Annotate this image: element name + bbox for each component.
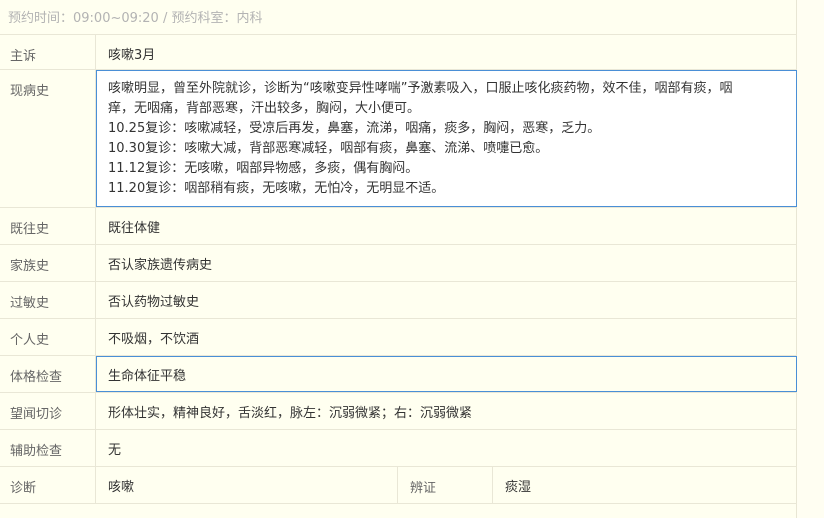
medical-record-page: 预约时间：09:00~09:20 / 预约科室：内科 主诉 咳嗽3月 现病史 咳…: [0, 0, 824, 518]
personal-history-label: 个人史: [0, 319, 96, 355]
chief-complaint-field[interactable]: 咳嗽3月: [96, 35, 797, 69]
allergy-history-label: 过敏史: [0, 282, 96, 318]
row-personal-history: 个人史 不吸烟，不饮酒: [0, 319, 797, 356]
past-history-field[interactable]: 既往体健: [96, 208, 797, 244]
present-illness-line: 10.25复诊：咳嗽减轻，受凉后再发，鼻塞，流涕，咽痛，痰多，胸闷，恶寒，乏力。: [108, 121, 601, 136]
present-illness-line: 11.20复诊：咽部稍有痰，无咳嗽，无怕冷，无明显不适。: [108, 181, 445, 196]
row-allergy-history: 过敏史 否认药物过敏史: [0, 282, 797, 319]
present-illness-label: 现病史: [0, 70, 96, 207]
present-illness-line: 痒，无咽痛，背部恶寒，汗出较多，胸闷，大小便可。: [108, 101, 421, 116]
allergy-history-field[interactable]: 否认药物过敏史: [96, 282, 797, 318]
row-present-illness: 现病史 咳嗽明显，曾至外院就诊，诊断为“咳嗽变异性哮喘”予激素吸入，口服止咳化痰…: [0, 70, 797, 208]
physical-exam-field[interactable]: 生命体征平稳: [96, 356, 797, 392]
appointment-info: 预约时间：09:00~09:20 / 预约科室：内科: [8, 11, 263, 26]
family-history-field[interactable]: 否认家族遗传病史: [96, 245, 797, 281]
row-auxiliary-exam: 辅助检查 无: [0, 430, 797, 467]
tcm-exam-field[interactable]: 形体壮实，精神良好，舌淡红，脉左：沉弱微紧；右：沉弱微紧: [96, 393, 797, 429]
row-tcm-exam: 望闻切诊 形体壮实，精神良好，舌淡红，脉左：沉弱微紧；右：沉弱微紧: [0, 393, 797, 430]
diagnosis-field[interactable]: 咳嗽: [96, 467, 397, 503]
syndrome-label: 辨证: [397, 467, 493, 503]
past-history-label: 既往史: [0, 208, 96, 244]
personal-history-field[interactable]: 不吸烟，不饮酒: [96, 319, 797, 355]
chief-complaint-label: 主诉: [0, 35, 96, 69]
present-illness-line: 咳嗽明显，曾至外院就诊，诊断为“咳嗽变异性哮喘”予激素吸入，口服止咳化痰药物，效…: [108, 81, 733, 96]
medical-record-form: 预约时间：09:00~09:20 / 预约科室：内科 主诉 咳嗽3月 现病史 咳…: [0, 0, 797, 518]
auxiliary-exam-label: 辅助检查: [0, 430, 96, 466]
auxiliary-exam-field[interactable]: 无: [96, 430, 797, 466]
present-illness-line: 11.12复诊：无咳嗽，咽部异物感，多痰，偶有胸闷。: [108, 161, 419, 176]
row-chief-complaint: 主诉 咳嗽3月: [0, 34, 797, 70]
row-past-history: 既往史 既往体健: [0, 208, 797, 245]
tcm-exam-label: 望闻切诊: [0, 393, 96, 429]
present-illness-field[interactable]: 咳嗽明显，曾至外院就诊，诊断为“咳嗽变异性哮喘”予激素吸入，口服止咳化痰药物，效…: [96, 70, 797, 207]
syndrome-field[interactable]: 痰湿: [493, 467, 797, 503]
row-family-history: 家族史 否认家族遗传病史: [0, 245, 797, 282]
row-diagnosis: 诊断 咳嗽 辨证 痰湿: [0, 467, 797, 504]
row-physical-exam: 体格检查 生命体征平稳: [0, 356, 797, 393]
diagnosis-label: 诊断: [0, 467, 96, 503]
physical-exam-label: 体格检查: [0, 356, 96, 392]
present-illness-line: 10.30复诊：咳嗽大减，背部恶寒减轻，咽部有痰，鼻塞、流涕、喷嚏已愈。: [108, 141, 549, 156]
family-history-label: 家族史: [0, 245, 96, 281]
